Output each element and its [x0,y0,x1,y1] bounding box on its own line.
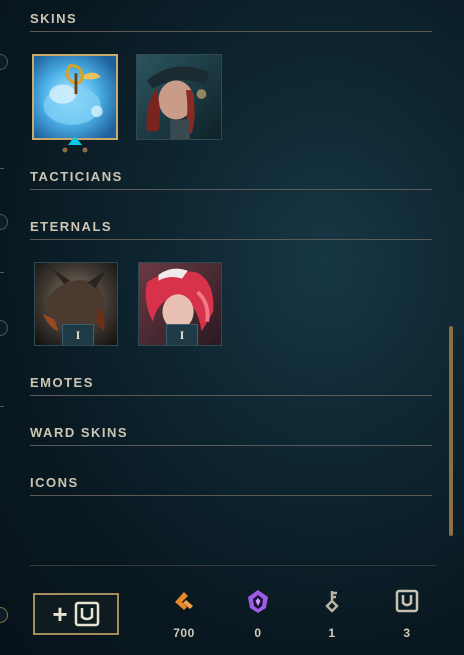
section-header-eternals[interactable]: ETERNALS [30,219,432,240]
skin-tile-2[interactable] [136,54,222,140]
eternal-tile-2[interactable]: I [138,262,222,346]
eternal-tile-1[interactable]: I [34,262,118,346]
mythic-essence-icon [248,590,268,613]
key-value: 1 [328,626,336,640]
eternal-level-badge: I [62,324,94,345]
rail-node [0,214,8,230]
chest-icon [395,589,419,613]
currency-orange-essence[interactable]: 700 [154,588,214,640]
currency-mythic-essence[interactable]: 0 [228,588,288,640]
rail-tick [0,168,4,169]
key-icon [325,591,339,613]
add-chest-button[interactable]: + [33,593,119,635]
rail-tick [0,406,4,407]
currency-chests[interactable]: 3 [377,588,437,640]
mythic-essence-value: 0 [254,626,262,640]
left-edge-rail [0,0,10,655]
footer-divider [30,565,436,566]
currency-key-fragments[interactable]: 1 [302,588,362,640]
plus-icon: + [52,598,68,629]
section-header-tacticians[interactable]: TACTICIANS [30,169,432,190]
section-header-ward-skins[interactable]: WARD SKINS [30,425,432,446]
loot-panel: SKINS TACTICIANS ETERNALS I I EMOTES WAR… [0,0,464,655]
skin-art-1 [34,56,116,138]
chest-value: 3 [403,626,411,640]
rail-node [0,607,8,623]
scrollbar-thumb[interactable] [449,326,453,536]
skin-tile-1[interactable] [32,54,118,140]
section-header-emotes[interactable]: EMOTES [30,375,432,396]
skin-art-2 [137,55,221,139]
rail-tick [0,272,4,273]
eternal-level-badge: I [166,324,198,345]
rail-node [0,320,8,336]
rail-node [0,54,8,70]
chest-icon [74,601,99,627]
section-header-icons[interactable]: ICONS [30,475,432,496]
orange-essence-icon [175,592,193,610]
selection-pointer-icon [68,136,82,145]
orange-essence-value: 700 [173,626,195,640]
section-header-skins[interactable]: SKINS [30,11,432,32]
